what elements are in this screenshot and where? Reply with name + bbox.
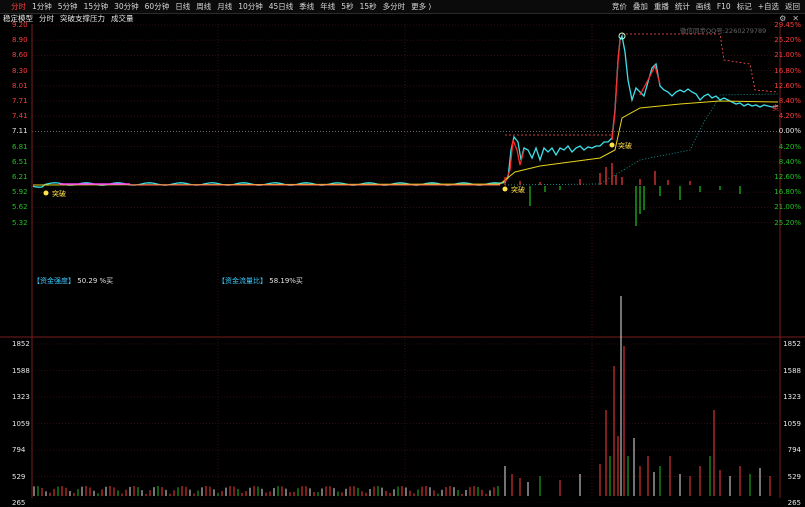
volume-tick-left-4: 794	[12, 446, 26, 454]
pct-tick-right-4: 12.60%	[774, 81, 801, 90]
volume-tick-left-2: 1323	[12, 393, 30, 401]
volume-tick-left-3: 1059	[12, 419, 30, 428]
volume-tick-right-6: 265	[787, 499, 801, 507]
volume-tick-left-0: 1852	[12, 340, 30, 348]
volume-tick-right-3: 1059	[783, 419, 801, 428]
price-tick-left-2: 8.60	[12, 51, 28, 60]
price-tick-left-11: 5.92	[12, 188, 28, 197]
price-tick-left-9: 6.51	[12, 157, 28, 166]
pct-tick-right-6: 4.20%	[778, 112, 801, 121]
pct-tick-right-0: 29.45%	[774, 21, 801, 29]
volume-tick-left-1: 1588	[12, 366, 30, 375]
breakout-label-1: 突破	[52, 189, 66, 198]
capital-strength-value: 50.29 %买	[77, 277, 114, 285]
sell-marker: 卖	[772, 104, 779, 112]
price-tick-left-1: 8.90	[12, 36, 28, 45]
volume-tick-right-4: 794	[787, 446, 801, 454]
breakout-dot-2	[502, 186, 508, 192]
volume-tick-left-6: 265	[12, 499, 26, 507]
resistance-line-2	[622, 33, 779, 93]
pct-tick-right-10: 12.60%	[774, 173, 801, 181]
capital-strength-label: 【资金强度】	[33, 277, 75, 285]
pct-tick-right-9: 8.40%	[778, 157, 801, 166]
price-tick-left-8: 6.81	[12, 142, 28, 151]
price-line	[32, 33, 779, 188]
volume-tick-right-0: 1852	[783, 340, 801, 348]
pct-tick-right-8: 4.20%	[778, 142, 801, 151]
price-tick-left-3: 8.30	[12, 66, 28, 75]
pct-tick-right-11: 16.80%	[774, 188, 801, 197]
pct-tick-right-3: 16.80%	[774, 66, 801, 75]
breakout-dot-3	[609, 142, 615, 148]
volume-tick-right-1: 1588	[783, 366, 801, 375]
pct-tick-right-5: 8.40%	[778, 97, 801, 105]
capital-strength: 【资金强度】 50.29 %买	[33, 276, 113, 286]
capital-flow-label: 【资金流量比】	[218, 277, 267, 285]
volume-tick-right-2: 1323	[783, 393, 801, 401]
price-tick-left-10: 6.21	[12, 173, 28, 181]
price-tick-left-12: 5.62	[12, 203, 28, 212]
pct-tick-right-12: 21.00%	[774, 203, 801, 212]
price-tick-left-0: 9.20	[12, 21, 28, 29]
pct-tick-right-2: 21.00%	[774, 51, 801, 60]
breakout-dot-1	[43, 190, 49, 196]
price-tick-left-6: 7.41	[12, 112, 28, 121]
pct-tick-right-13: 25.20%	[774, 218, 801, 227]
pct-tick-right-1: 25.20%	[774, 36, 801, 45]
capital-flow: 【资金流量比】 58.19%买	[218, 276, 303, 286]
price-tick-left-13: 5.32	[12, 218, 28, 227]
intraday-chart: 突破突破突破卖	[0, 24, 805, 503]
breakout-label-2: 突破	[511, 185, 525, 194]
volume-tick-right-5: 529	[787, 472, 801, 481]
capital-flow-value: 58.19%买	[269, 277, 303, 285]
average-price-line	[32, 100, 779, 186]
price-line-red-2	[611, 39, 621, 141]
price-tick-left-4: 8.01	[12, 81, 28, 90]
breakout-label-3: 突破	[618, 141, 632, 150]
price-tick-left-7: 7.11	[12, 127, 28, 136]
price-tick-left-5: 7.71	[12, 97, 28, 105]
volume-tick-left-5: 529	[12, 472, 26, 481]
pct-tick-right-7: 0.00%	[778, 127, 801, 136]
